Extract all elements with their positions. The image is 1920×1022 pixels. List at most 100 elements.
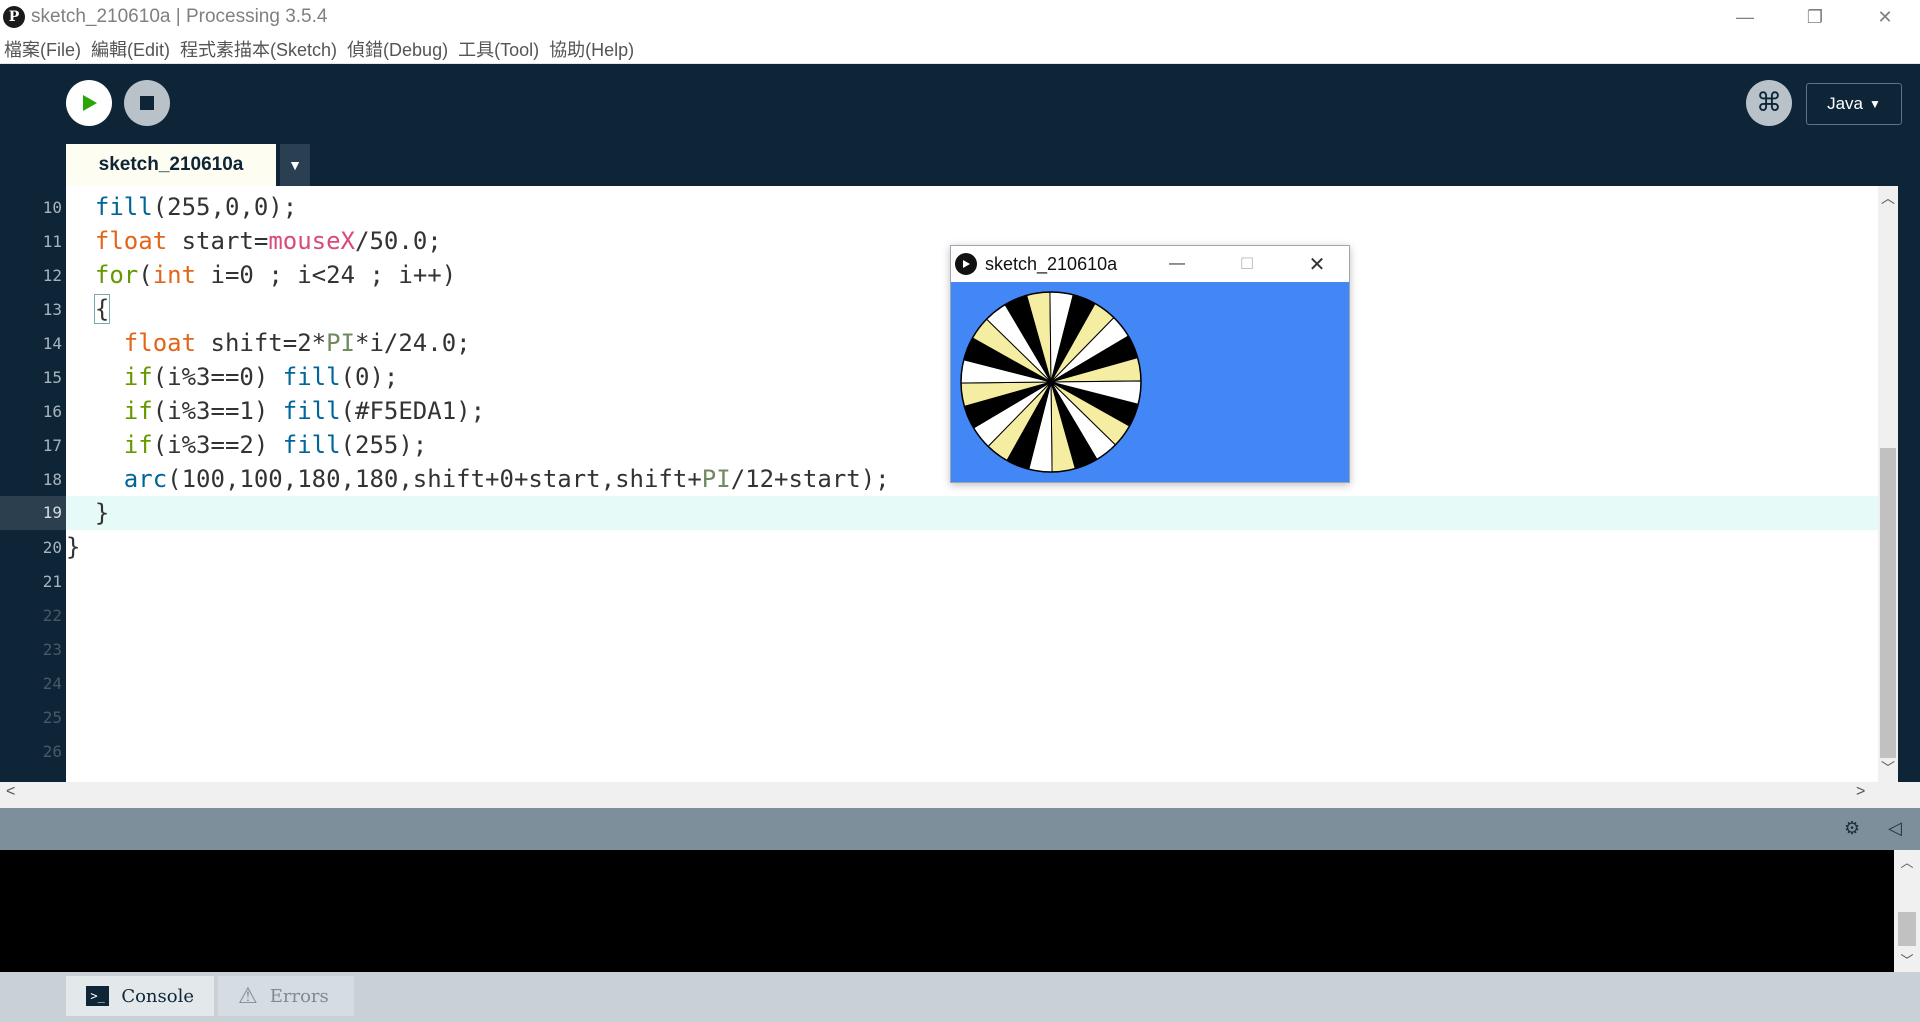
line-number: 10 xyxy=(42,198,62,217)
tab-errors[interactable]: ⚠ Errors xyxy=(218,976,354,1016)
console-scroll-up-icon[interactable]: ︿ xyxy=(1894,852,1920,871)
pinwheel-drawing xyxy=(960,291,1142,473)
scroll-up-arrow-icon[interactable]: ︿ xyxy=(1878,188,1898,208)
play-icon xyxy=(83,95,97,111)
code-token-bracket: { xyxy=(93,294,111,324)
stop-icon xyxy=(140,96,154,110)
code-line[interactable]: } xyxy=(66,530,1878,564)
scroll-down-arrow-icon[interactable]: ﹀ xyxy=(1878,758,1898,778)
console-scrollbar[interactable]: ︿ ﹀ xyxy=(1894,850,1920,972)
sketch-window-title-bar: sketch_210610a — ☐ ✕ xyxy=(951,246,1349,282)
code-line[interactable] xyxy=(66,734,1878,768)
console-icon: >_ xyxy=(86,986,110,1006)
editor-vertical-scrollbar[interactable]: ︿ ﹀ xyxy=(1878,186,1898,782)
sketch-canvas[interactable] xyxy=(951,282,1349,482)
code-text: } xyxy=(66,499,110,527)
code-text: (0); xyxy=(340,363,399,391)
code-text: /50.0; xyxy=(355,227,442,255)
window-title: sketch_210610a | Processing 3.5.4 xyxy=(31,6,328,27)
line-number: 14 xyxy=(42,334,62,353)
code-text: (#F5EDA1); xyxy=(340,397,486,425)
sketch-maximize-button[interactable]: ☐ xyxy=(1227,252,1267,276)
menu-help[interactable]: 協助(Help) xyxy=(549,36,634,62)
restore-button[interactable]: ❐ xyxy=(1780,0,1850,34)
code-token-ctl: if xyxy=(123,431,153,459)
scroll-right-arrow-icon[interactable]: > xyxy=(1856,783,1865,801)
menu-file[interactable]: 檔案(File) xyxy=(4,36,81,62)
console-tab-label: Console xyxy=(121,985,194,1007)
sketch-close-button[interactable]: ✕ xyxy=(1297,252,1337,276)
line-number: 23 xyxy=(42,640,62,659)
run-button[interactable] xyxy=(66,80,112,126)
code-token-fn: fill xyxy=(94,193,153,221)
code-line[interactable] xyxy=(66,700,1878,734)
line-number-gutter: 10 11 12 13 14 15 16 17 18 19 20 21 22 23 24 25 26 xyxy=(0,186,66,782)
console-scroll-down-icon[interactable]: ﹀ xyxy=(1894,950,1920,969)
tab-sketch[interactable]: sketch_210610a xyxy=(66,144,276,186)
sketch-output-window[interactable]: sketch_210610a — ☐ ✕ xyxy=(950,245,1350,483)
code-token-fn: arc xyxy=(123,465,168,493)
code-text: (i%3==2) xyxy=(152,431,283,459)
scroll-left-arrow-icon[interactable]: < xyxy=(6,783,15,801)
menu-debug[interactable]: 偵錯(Debug) xyxy=(347,36,448,62)
line-number: 13 xyxy=(42,300,62,319)
code-token-fn: fill xyxy=(282,431,341,459)
console-settings-icon[interactable]: ⚙ xyxy=(1844,818,1860,839)
sketch-window-title: sketch_210610a xyxy=(985,253,1118,274)
code-line[interactable] xyxy=(66,632,1878,666)
editor-horizontal-scrollbar[interactable]: < > xyxy=(0,782,1898,804)
console-header-bar: ⚙ ◁ xyxy=(0,808,1920,850)
code-token-fn: fill xyxy=(282,363,341,391)
processing-run-icon xyxy=(955,253,977,275)
mode-selector[interactable]: Java ▼ xyxy=(1806,83,1902,125)
code-token-kw: float xyxy=(123,329,197,357)
code-line[interactable] xyxy=(66,564,1878,598)
line-number: 18 xyxy=(42,470,62,489)
code-token-sys: mouseX xyxy=(268,227,356,255)
scroll-thumb[interactable] xyxy=(1880,448,1896,758)
code-text: *i/24.0; xyxy=(355,329,471,357)
code-text: (255); xyxy=(340,431,428,459)
code-text: i=0 ; i<24 ; i++) xyxy=(196,261,457,289)
menu-edit[interactable]: 編輯(Edit) xyxy=(91,36,170,62)
code-text: /12+start); xyxy=(730,465,890,493)
code-token-ctl: for xyxy=(94,261,139,289)
minimize-button[interactable]: — xyxy=(1710,0,1780,34)
console-scroll-thumb[interactable] xyxy=(1898,912,1916,946)
menu-sketch[interactable]: 程式素描本(Sketch) xyxy=(180,36,337,62)
code-token-ctl: if xyxy=(123,363,153,391)
mode-label: Java xyxy=(1827,94,1864,113)
window-title-bar: P sketch_210610a | Processing 3.5.4 — ❐ … xyxy=(0,0,1920,34)
code-line[interactable]: fill(255,0,0); xyxy=(66,190,1878,224)
line-number: 19 xyxy=(0,496,66,530)
line-number: 12 xyxy=(42,266,62,285)
tab-menu-button[interactable]: ▼ xyxy=(280,144,310,186)
code-line[interactable] xyxy=(66,598,1878,632)
code-token-const: PI xyxy=(326,329,355,357)
window-controls: — ❐ ✕ xyxy=(1710,0,1920,34)
line-number: 25 xyxy=(42,708,62,727)
line-number: 26 xyxy=(42,742,62,761)
chevron-down-icon: ▼ xyxy=(1869,97,1881,111)
menu-tool[interactable]: 工具(Tool) xyxy=(458,36,539,62)
sketch-minimize-button[interactable]: — xyxy=(1157,252,1197,276)
editor-right-strip xyxy=(1898,186,1920,782)
close-button[interactable]: ✕ xyxy=(1850,0,1920,34)
debug-button[interactable]: ⌘ xyxy=(1746,80,1792,126)
stop-button[interactable] xyxy=(124,80,170,126)
code-text: ( xyxy=(138,261,153,289)
tab-console[interactable]: >_ Console xyxy=(66,976,214,1016)
code-token-kw: float xyxy=(94,227,168,255)
line-number: 24 xyxy=(42,674,62,693)
collapse-icon[interactable]: ◁ xyxy=(1888,818,1902,839)
code-line[interactable]: } xyxy=(66,496,1878,530)
console-tab-bar: >_ Console ⚠ Errors xyxy=(0,972,1920,1022)
code-text: (i%3==1) xyxy=(152,397,283,425)
code-line[interactable] xyxy=(66,666,1878,700)
code-token-const: PI xyxy=(701,465,731,493)
console-output[interactable] xyxy=(0,850,1894,972)
